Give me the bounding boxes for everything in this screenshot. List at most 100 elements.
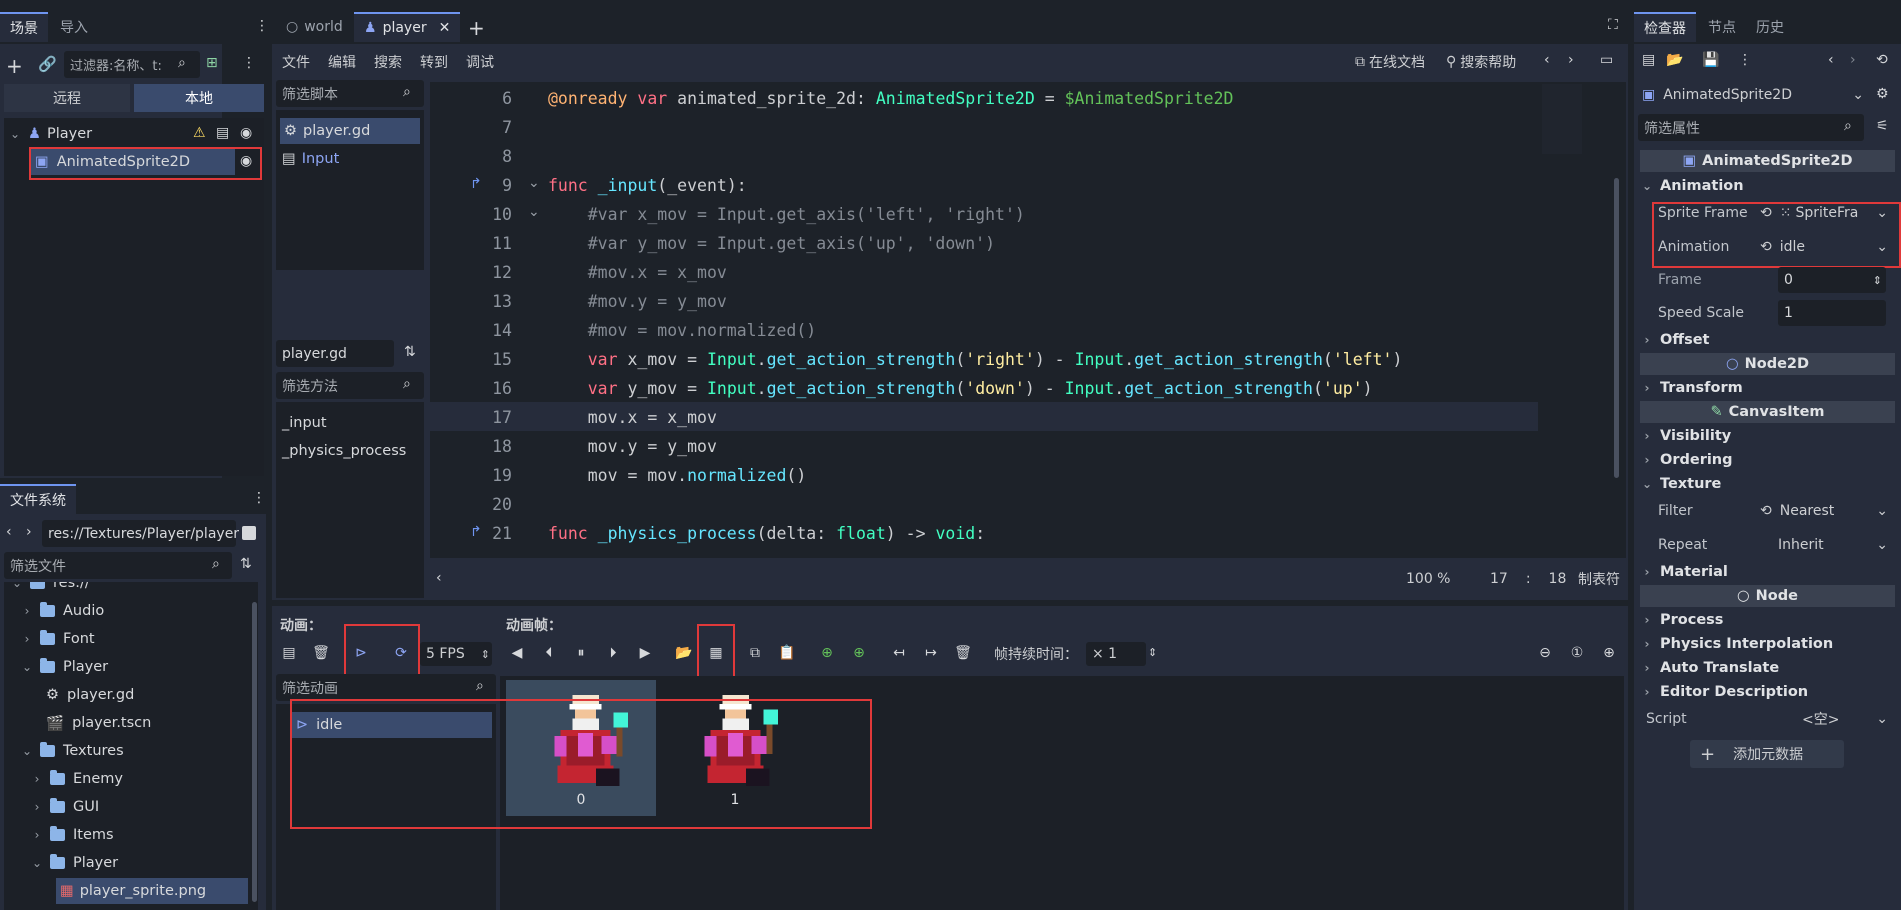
section-ordering[interactable]: › Ordering [1640,448,1895,472]
loop-icon[interactable]: ⟳ [390,642,412,664]
method-item-physics-process[interactable]: _physics_process [282,438,406,464]
code-line[interactable]: #mov = mov.normalized() [548,316,816,345]
menu-debug[interactable]: 调试 [466,52,494,72]
fs-item-gui[interactable]: › GUI [30,794,99,820]
section-texture[interactable]: ⌄ Texture [1640,472,1895,496]
indent-mode[interactable]: 制表符 [1578,568,1620,590]
delete-animation-icon[interactable]: 🗑 [310,642,332,664]
chevron-down-icon[interactable]: ⌄ [1876,503,1888,519]
tab-history[interactable]: 历史 [1746,12,1794,42]
warning-icon[interactable]: ⚠ [193,125,206,141]
prop-script[interactable]: Script <空> ⌄ [1646,704,1892,734]
forward-icon[interactable]: › [1850,52,1856,68]
back-icon[interactable]: ‹ [1828,52,1834,68]
pause-icon[interactable]: ⏸ [570,642,592,664]
tab-scene[interactable]: 场景 [0,12,48,42]
back-icon[interactable]: ‹ [1544,52,1550,68]
link-icon[interactable]: 🔗 [38,55,57,73]
tab-import[interactable]: 导入 [50,12,98,42]
fs-item-player-tscn[interactable]: 🎬 player.tscn [46,710,151,736]
zoom-in-icon[interactable]: ⊕ [1598,642,1620,664]
close-icon[interactable]: ✕ [439,20,451,36]
fs-item-res[interactable]: ⌄ res:// [10,582,90,596]
chevron-down-icon[interactable]: ⌄ [1876,711,1888,727]
tab-node[interactable]: 节点 [1698,12,1746,42]
local-button[interactable]: 本地 [134,84,264,112]
fs-item-player-sprite[interactable]: ▦ player_sprite.png [56,878,248,904]
method-item-input[interactable]: _input [282,410,327,436]
dock-menu-icon[interactable]: ⋮ [255,18,269,34]
fs-item-audio[interactable]: › Audio [20,598,104,624]
section-material[interactable]: › Material [1640,560,1895,584]
chevron-right-icon[interactable]: › [30,800,44,814]
chevron-right-icon[interactable]: › [20,632,34,646]
spin-arrows-icon[interactable]: ⇕ [481,648,490,661]
prop-frame[interactable]: Frame 0 ⇕ [1658,265,1892,295]
insert-after-icon[interactable]: ⊕ [848,642,870,664]
move-right-icon[interactable]: ↦ [920,642,942,664]
fs-item-enemy[interactable]: › Enemy [30,766,123,792]
filter-properties-input[interactable]: 筛选属性 [1638,114,1864,141]
chevron-down-icon[interactable]: ⌄ [8,127,22,141]
chevron-right-icon[interactable]: › [20,604,34,618]
menu-icon[interactable]: ⋮ [1738,52,1752,68]
scene-node-animatedsprite2d[interactable]: ▣ AnimatedSprite2D [31,149,235,175]
dock-menu-icon[interactable]: ⋮ [252,490,266,506]
code-line[interactable]: mov.x = x_mov [548,403,717,432]
layout-toggle-icon[interactable] [242,526,256,540]
chevron-right-icon[interactable]: › [30,772,44,786]
sort-icon[interactable]: ⇅ [240,556,252,572]
menu-file[interactable]: 文件 [282,52,310,72]
fs-item-textures[interactable]: ⌄ Textures [20,738,124,764]
tab-inspector[interactable]: 检查器 [1634,12,1696,42]
filter-animations-input[interactable]: 筛选动画 [276,674,496,701]
move-left-icon[interactable]: ↤ [888,642,910,664]
object-menu-icon[interactable]: ⚙ [1876,86,1889,102]
visibility-eye-icon[interactable]: ◉ [240,153,252,169]
forward-icon[interactable]: › [1568,52,1574,68]
script-item-player-gd[interactable]: ⚙ player.gd [280,118,420,144]
chevron-down-icon[interactable]: ⌄ [30,856,44,870]
new-animation-icon[interactable]: ▤ [278,642,300,664]
prop-filter[interactable]: Filter ⟲ Nearest ⌄ [1658,496,1892,526]
fullscreen-icon[interactable]: ⛶ [1608,17,1618,33]
menu-goto[interactable]: 转到 [420,52,448,72]
online-docs-button[interactable]: ⧉ 在线文档 [1355,50,1425,74]
scrollbar[interactable] [252,602,257,902]
prop-repeat[interactable]: Repeat Inherit ⌄ [1658,530,1892,560]
back-icon[interactable]: ‹ [6,524,12,540]
zoom-out-icon[interactable]: ⊖ [1534,642,1556,664]
code-line[interactable]: #var x_mov = Input.get_axis('left', 'rig… [548,200,1025,229]
fold-chevron-icon[interactable]: ⌄ [528,204,540,220]
play-icon[interactable]: ⏵ [602,642,624,664]
fs-item-player-gd[interactable]: ⚙ player.gd [46,682,134,708]
tab-world[interactable]: ○ world [276,12,353,42]
property-filter-icon[interactable]: ⚟ [1876,118,1889,134]
sort-icon[interactable]: ⇅ [404,344,416,360]
chevron-down-icon[interactable]: ⌄ [1876,537,1888,553]
code-line[interactable]: var x_mov = Input. get_action_strength('r… [548,345,1403,374]
code-line[interactable]: var y_mov = Input. get_action_strength('d… [548,374,1373,403]
chevron-down-icon[interactable]: ⌄ [1876,205,1888,221]
paste-icon[interactable]: 📋 [776,642,798,664]
code-line[interactable]: #mov.x = x_mov [548,258,727,287]
search-help-button[interactable]: ⚲ 搜索帮助 [1446,50,1516,74]
tab-filesystem[interactable]: 文件系统 [0,484,76,514]
fs-item-items[interactable]: › Items [30,822,114,848]
spin-arrows-icon[interactable]: ⇕ [1873,274,1882,287]
section-physics-interpolation[interactable]: › Physics Interpolation [1640,632,1895,656]
history-icon[interactable]: ⟲ [1876,52,1888,68]
path-field[interactable]: res://Textures/Player/player [42,520,239,547]
visibility-eye-icon[interactable]: ◉ [240,125,252,141]
prop-speed-scale[interactable]: Speed Scale 1 [1658,298,1892,328]
code-line[interactable]: func _input (_event): [548,171,747,200]
chevron-down-icon[interactable]: ⌄ [20,744,34,758]
autoplay-icon[interactable]: ⊳ [350,642,372,664]
instance-scene-icon[interactable]: ⊞ [206,55,218,71]
toggle-panel-icon[interactable]: ▭ [1600,52,1613,68]
forward-icon[interactable]: › [26,524,32,540]
zoom-reset-icon[interactable]: ① [1566,642,1588,664]
code-line[interactable]: func _physics_process (delta: float) -> v… [548,519,985,548]
section-process[interactable]: › Process [1640,608,1895,632]
section-visibility[interactable]: › Visibility [1640,424,1895,448]
